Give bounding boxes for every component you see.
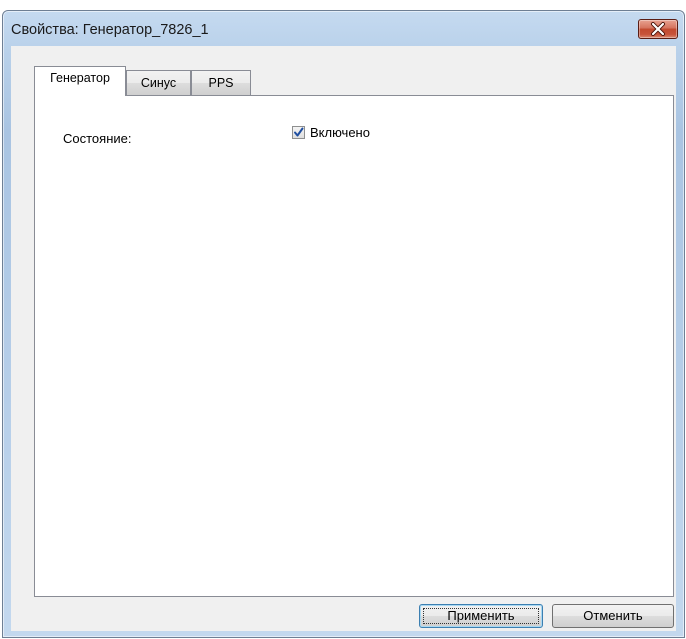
tab-pps[interactable]: PPS [191, 70, 251, 95]
state-label: Состояние: [63, 131, 132, 146]
close-button[interactable] [638, 19, 678, 39]
properties-dialog: Свойства: Генератор_7826_1 Генератор Син… [2, 10, 685, 638]
enabled-checkbox-label: Включено [310, 125, 370, 140]
checkmark-icon [294, 127, 304, 137]
enabled-checkbox[interactable] [292, 126, 305, 139]
enabled-checkbox-control[interactable]: Включено [292, 125, 370, 140]
dialog-client-area: Генератор Синус PPS Состояние: Включено … [11, 46, 676, 631]
cancel-button[interactable]: Отменить [552, 604, 674, 628]
close-icon [651, 22, 665, 36]
tab-panel-generator: Состояние: Включено [34, 95, 674, 597]
window-title: Свойства: Генератор_7826_1 [11, 22, 209, 38]
apply-button[interactable]: Применить [419, 604, 543, 628]
tab-sine[interactable]: Синус [126, 70, 191, 95]
tab-generator[interactable]: Генератор [34, 66, 126, 96]
